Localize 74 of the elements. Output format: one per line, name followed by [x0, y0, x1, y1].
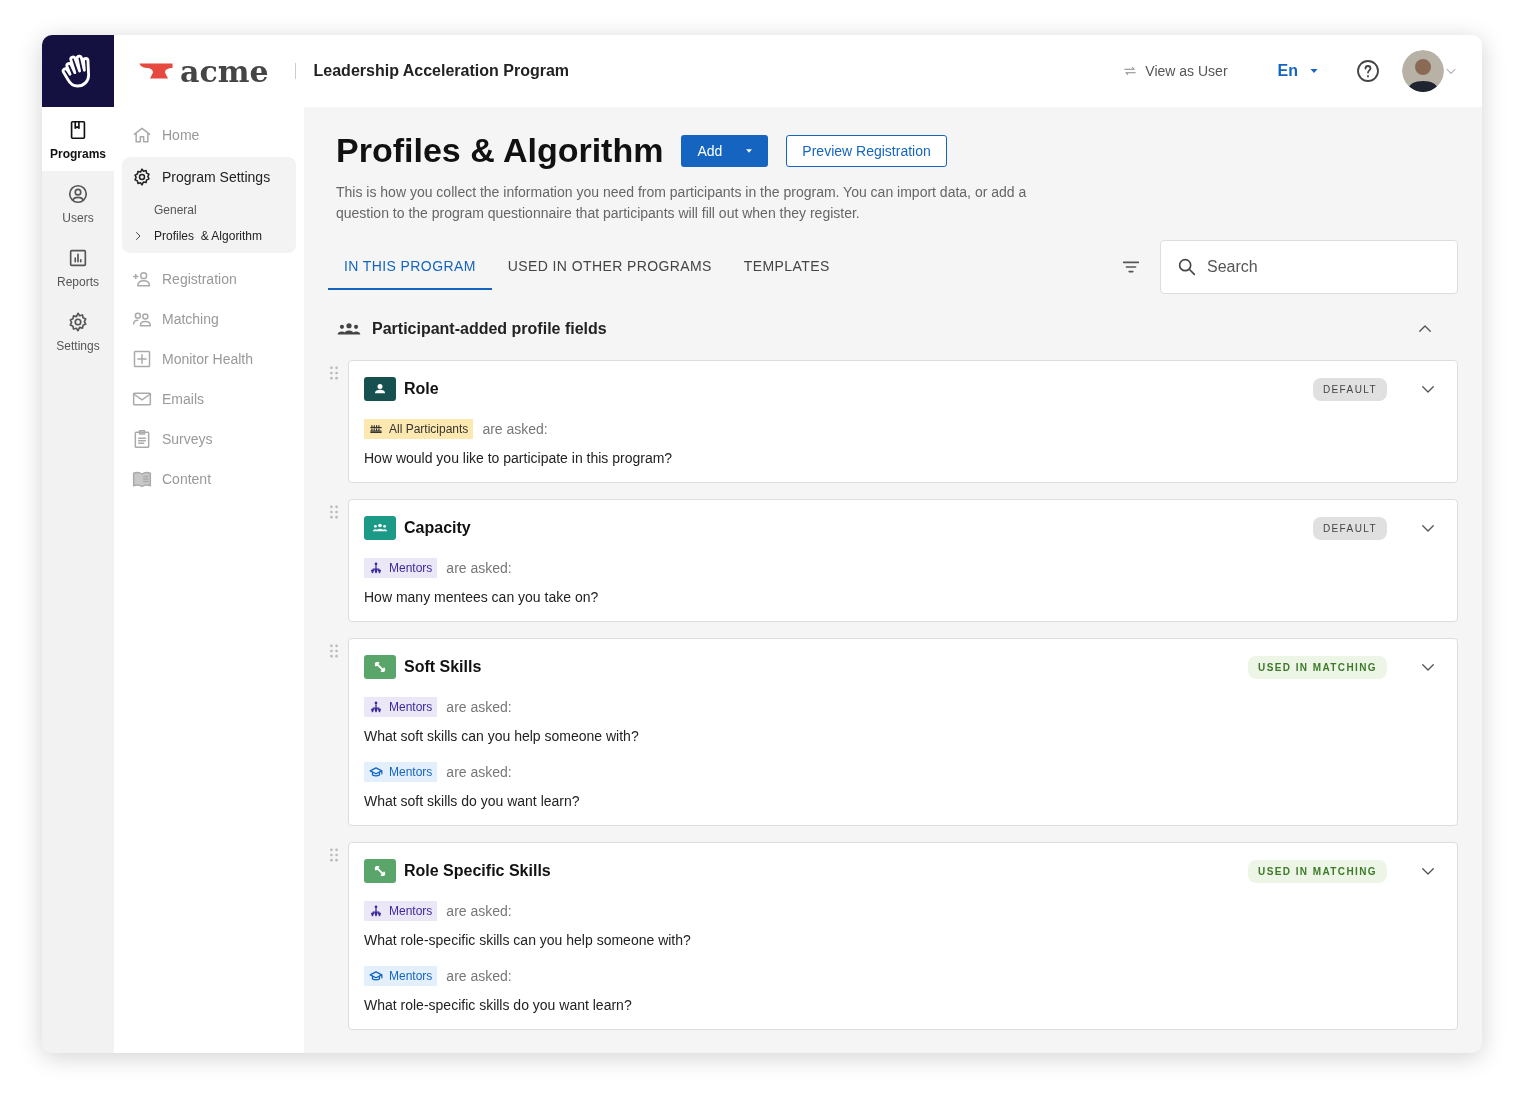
question-text: What role-specific skills can you help someone with?	[364, 932, 692, 948]
asked-label: are asked:	[482, 421, 548, 437]
nav-subitem[interactable]: General	[122, 197, 207, 223]
bar-chart-icon	[67, 247, 89, 269]
rail-item[interactable]: Users	[42, 171, 114, 235]
person-icon	[364, 377, 396, 401]
status-badge: USED IN MATCHING	[1248, 859, 1387, 883]
home-icon	[132, 125, 152, 145]
question-text: How would you like to participate in this program?	[364, 450, 674, 466]
people-icon	[132, 309, 152, 329]
section-title: Participant-added profile fields	[372, 320, 607, 338]
group-grid-icon	[369, 422, 383, 436]
avatar[interactable]	[1402, 50, 1444, 92]
graduation-cap-icon	[369, 969, 383, 983]
rail-item[interactable]: Programs	[42, 107, 114, 171]
plus-square-icon	[132, 349, 152, 369]
rail-item[interactable]: Settings	[42, 299, 114, 363]
audience-tag: Mentors	[364, 762, 438, 782]
tab[interactable]: TEMPLATES	[727, 244, 846, 290]
audience-tag: Mentors	[364, 697, 438, 717]
settings-icon	[132, 167, 152, 187]
tab[interactable]: IN THIS PROGRAM	[328, 244, 492, 290]
diagonal-arrows-icon	[364, 655, 396, 679]
drag-handle-icon[interactable]	[328, 364, 340, 382]
preview-registration-button[interactable]: Preview Registration	[786, 134, 947, 167]
view-as-user-button[interactable]: View as User	[1117, 62, 1234, 80]
asked-label: are asked:	[446, 903, 512, 919]
question-text: How many mentees can you take on?	[364, 589, 600, 605]
nav-item[interactable]: Program Settings	[122, 157, 281, 197]
drag-handle-icon[interactable]	[328, 642, 340, 660]
page-description: This is how you collect the information you need from participants in the program. You can import data, or add a question to the program questionnaire that participants will fill out when they register.	[336, 183, 1028, 223]
mentor-icon	[369, 904, 383, 918]
brand-name: acme	[180, 53, 269, 89]
question-text: What role-specific skills do you want learn?	[364, 997, 633, 1013]
field-name: Capacity	[404, 519, 471, 537]
audience-tag: Mentors	[364, 966, 438, 986]
mentor-icon	[369, 700, 383, 714]
diagonal-arrows-icon	[364, 859, 396, 883]
question-text: What soft skills can you help someone with?	[364, 728, 640, 744]
field-name: Soft Skills	[404, 658, 482, 676]
audience-tag: Mentors	[364, 558, 438, 578]
audience-tag: All Participants	[364, 419, 474, 439]
status-badge: DEFAULT	[1312, 516, 1387, 540]
program-title: Leadership Acceleration Program	[313, 62, 570, 80]
open-book-icon	[132, 469, 152, 489]
asked-label: are asked:	[446, 699, 512, 715]
field-name: Role Specific Skills	[404, 862, 551, 880]
tab[interactable]: USED IN OTHER PROGRAMS	[491, 244, 728, 290]
status-badge: USED IN MATCHING	[1248, 655, 1387, 679]
rail-item[interactable]: Reports	[42, 235, 114, 299]
swap-arrows-icon	[1123, 64, 1138, 78]
asked-label: are asked:	[446, 968, 512, 984]
add-user-icon	[132, 269, 152, 289]
field-name: Role	[404, 380, 439, 398]
mentor-icon	[369, 561, 383, 575]
drag-handle-icon[interactable]	[328, 846, 340, 864]
language-selector[interactable]: En	[1271, 61, 1326, 81]
settings-icon	[67, 311, 89, 333]
search-field[interactable]: Search	[1160, 240, 1458, 294]
graduation-cap-icon	[369, 765, 383, 779]
question-text: What soft skills do you want learn?	[364, 793, 581, 809]
asked-label: are asked:	[446, 764, 512, 780]
status-badge: DEFAULT	[1312, 377, 1387, 401]
asked-label: are asked:	[446, 560, 512, 576]
user-circle-icon	[67, 183, 89, 205]
drag-handle-icon[interactable]	[328, 503, 340, 521]
audience-tag: Mentors	[364, 901, 438, 921]
help-icon	[1356, 59, 1380, 83]
group-icon	[364, 516, 396, 540]
clipboard-icon	[132, 429, 152, 449]
mail-icon	[132, 389, 152, 409]
page-title: Profiles & Algorithm	[336, 131, 664, 170]
nav-subitem[interactable]: Profiles & Algorithm	[122, 223, 273, 249]
add-button[interactable]: Add	[681, 134, 769, 167]
